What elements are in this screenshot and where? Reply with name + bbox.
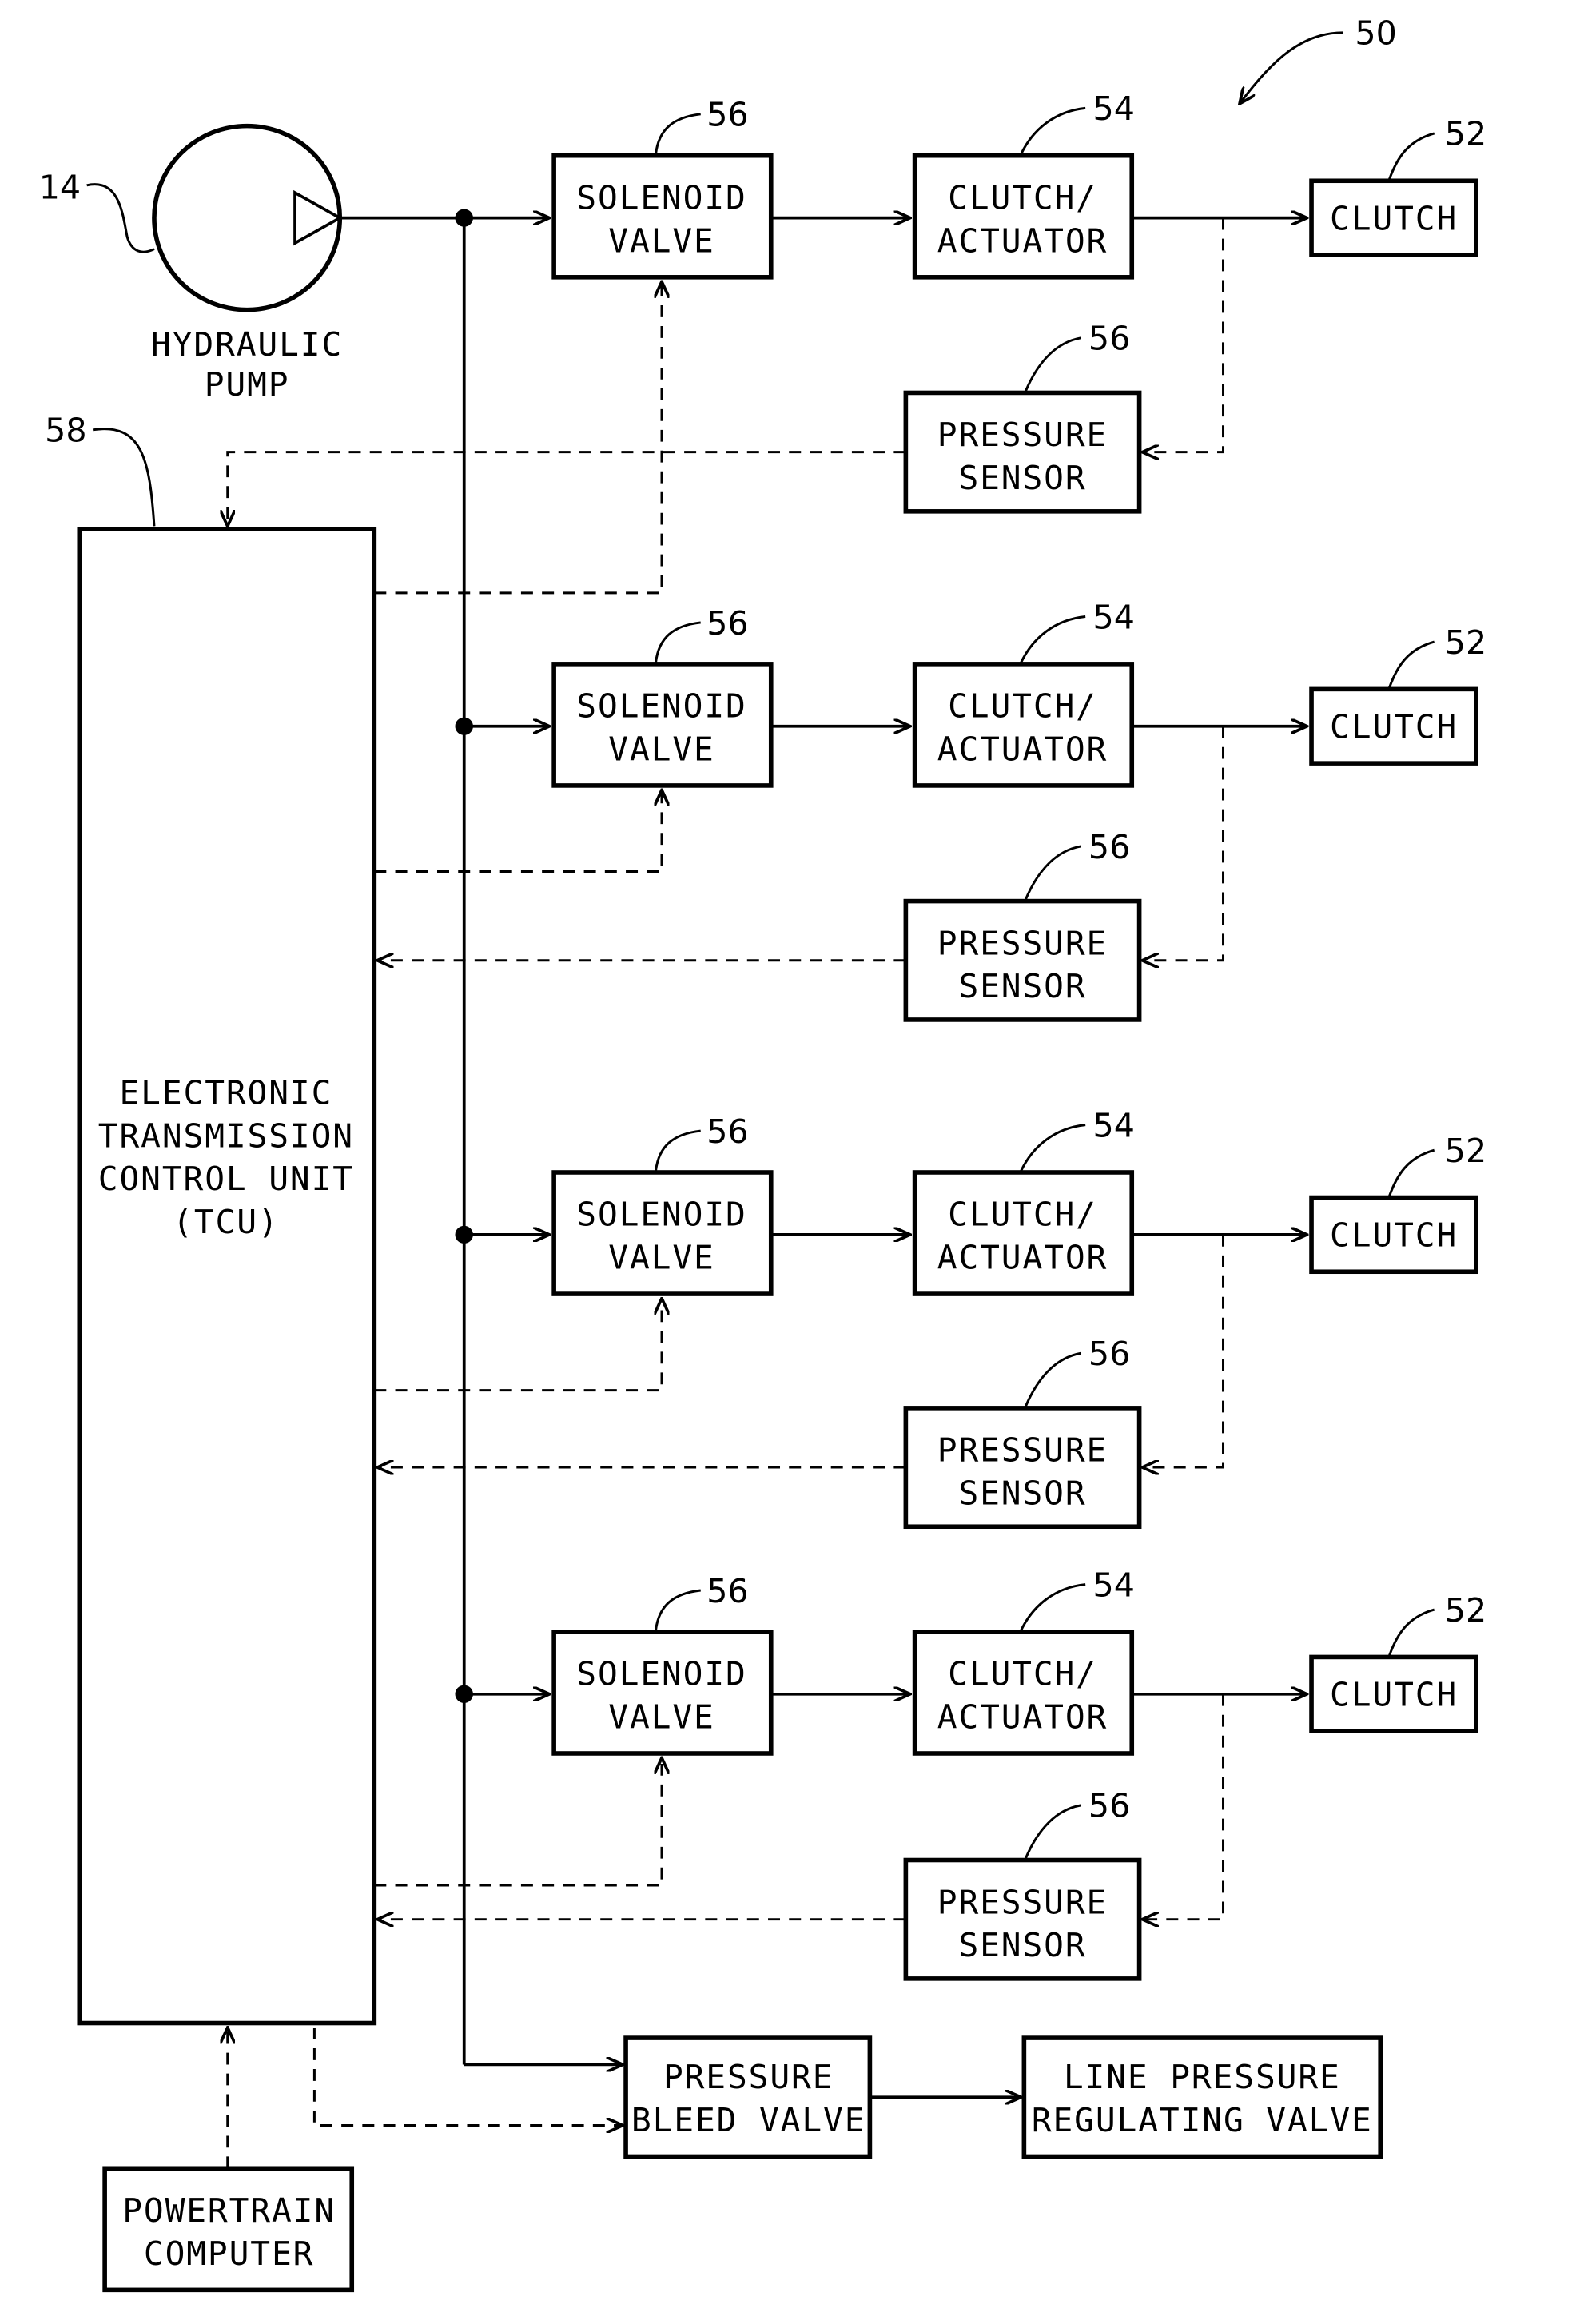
actuator-label-line1: CLUTCH/: [948, 687, 1097, 726]
tcu-box: [77, 527, 377, 2026]
pump-label-line1: HYDRAULIC: [151, 325, 343, 364]
clutch-label: CLUTCH: [1330, 200, 1458, 238]
sensor-ref: 56: [1088, 320, 1130, 358]
tcu-label-line4: (TCU): [173, 1203, 279, 1241]
actuator-ref-leader: [1020, 1583, 1086, 1631]
tcu-to-bleed-signal: [312, 2028, 623, 2125]
clutch-ref: 52: [1445, 1132, 1486, 1170]
sensor-label-line2: SENSOR: [958, 459, 1086, 497]
actuator-label-line2: ACTUATOR: [937, 221, 1108, 260]
powertrain-line2: COMPUTER: [144, 2234, 314, 2273]
clutch-ref-leader: [1388, 132, 1435, 180]
solenoid-label-line2: VALVE: [608, 221, 714, 260]
tcu-block: 58 ELECTRONIC TRANSMISSION CONTROL UNIT …: [45, 412, 377, 2026]
hydraulic-pump: 14 HYDRAULIC PUMP: [39, 123, 344, 404]
solenoid-label-line2: VALVE: [608, 1239, 714, 1277]
clutch-label: CLUTCH: [1330, 1676, 1458, 1714]
sensor-ref: 56: [1088, 1335, 1130, 1373]
solenoid-label-line2: VALVE: [608, 730, 714, 769]
clutch-ref-leader: [1388, 1608, 1435, 1657]
clutch-pressure-tap: [1142, 217, 1225, 452]
transmission-control-diagram: 50 14 HYDRAULIC PUMP 58 ELECTRONIC TRANS…: [39, 14, 1486, 2293]
solenoid-ref-leader: [655, 621, 701, 663]
actuator-ref: 54: [1093, 1566, 1135, 1605]
sensor-ref-leader: [1024, 336, 1081, 392]
channel-4: SOLENOID VALVE 56 CLUTCH/ACTUATOR 54 CLUTCH 52…: [374, 1566, 1486, 1981]
actuator-label-line2: ACTUATOR: [937, 730, 1108, 769]
sensor-label-line2: SENSOR: [958, 1474, 1086, 1513]
channel-1: SOLENOID VALVE 56 CLUTCH/ACTUATOR 54 CLUTCH 52…: [228, 90, 1486, 595]
clutch-pressure-tap: [1142, 1693, 1225, 1920]
solenoid-ref-leader: [655, 113, 701, 155]
actuator-ref: 54: [1093, 599, 1135, 637]
solenoid-label-line1: SOLENOID: [576, 687, 746, 726]
solenoid-ref: 56: [706, 1572, 748, 1610]
sensor-label-line2: SENSOR: [958, 967, 1086, 1005]
tcu-label-line3: CONTROL UNIT: [98, 1160, 354, 1198]
bleed-valve-line1: PRESSURE: [663, 2058, 834, 2096]
tcu-to-solenoid-signal: [374, 281, 662, 595]
clutch-pressure-tap: [1142, 726, 1225, 961]
clutch-ref-leader: [1388, 1148, 1435, 1197]
solenoid-label-line1: SOLENOID: [576, 179, 746, 217]
sensor-ref: 56: [1088, 1787, 1130, 1825]
sensor-label-line1: PRESSURE: [937, 416, 1108, 454]
solenoid-label-line1: SOLENOID: [576, 1655, 746, 1693]
actuator-label-line1: CLUTCH/: [948, 179, 1097, 217]
clutch-ref: 52: [1445, 115, 1486, 153]
solenoid-ref: 56: [706, 604, 748, 643]
sensor-ref-leader: [1024, 845, 1081, 901]
tcu-ref: 58: [45, 412, 86, 450]
sensor-label-line1: PRESSURE: [937, 1883, 1108, 1921]
figure-ref-label: 50: [1355, 14, 1396, 53]
solenoid-ref-leader: [655, 1129, 701, 1172]
powertrain-block: POWERTRAIN COMPUTER: [102, 2166, 355, 2293]
solenoid-ref: 56: [706, 96, 748, 134]
line-regulator-line2: REGULATING VALVE: [1032, 2101, 1373, 2139]
actuator-label-line2: ACTUATOR: [937, 1239, 1108, 1277]
actuator-label-line1: CLUTCH/: [948, 1655, 1097, 1693]
tcu-to-solenoid-signal: [374, 1299, 662, 1392]
tcu-to-solenoid-signal: [374, 1758, 662, 1887]
sensor-label-line1: PRESSURE: [937, 925, 1108, 963]
powertrain-line1: POWERTRAIN: [122, 2191, 336, 2230]
figure-ref-leader: [1240, 31, 1343, 104]
solenoid-label-line2: VALVE: [608, 1698, 714, 1737]
pump-label-line2: PUMP: [205, 365, 290, 404]
clutch-ref-leader: [1388, 640, 1435, 689]
sensor-ref-leader: [1024, 1804, 1081, 1860]
sensor-label-line1: PRESSURE: [937, 1431, 1108, 1470]
line-regulator-line1: LINE PRESSURE: [1064, 2058, 1341, 2096]
tcu-to-solenoid-signal: [374, 790, 662, 873]
actuator-ref-leader: [1020, 106, 1086, 155]
bleed-valve-line2: BLEED VALVE: [631, 2101, 866, 2139]
clutch-pressure-tap: [1142, 1234, 1225, 1467]
clutch-ref: 52: [1445, 623, 1486, 662]
actuator-ref-leader: [1020, 1124, 1086, 1172]
clutch-ref: 52: [1445, 1591, 1486, 1630]
sensor-ref-leader: [1024, 1351, 1081, 1407]
tcu-label-line2: TRANSMISSION: [98, 1117, 354, 1156]
actuator-ref: 54: [1093, 1107, 1135, 1145]
solenoid-ref: 56: [706, 1112, 748, 1151]
sensor-to-tcu-signal: [228, 451, 906, 527]
bleed-valve-block: PRESSURE BLEED VALVE: [623, 2035, 873, 2159]
channel-3: SOLENOID VALVE 56 CLUTCH/ACTUATOR 54 CLUTCH 52…: [374, 1107, 1486, 1530]
sensor-ref: 56: [1088, 828, 1130, 866]
line-regulator-block: LINE PRESSURE REGULATING VALVE: [1021, 2035, 1383, 2159]
actuator-ref: 54: [1093, 90, 1135, 128]
tcu-label-line1: ELECTRONIC: [119, 1074, 332, 1112]
sensor-label-line2: SENSOR: [958, 1926, 1086, 1964]
actuator-ref-leader: [1020, 615, 1086, 663]
pump-ref-leader: [86, 183, 155, 253]
channel-2: SOLENOID VALVE 56 CLUTCH/ACTUATOR 54 CLUTCH 52…: [374, 599, 1486, 1022]
pump-ref: 14: [39, 169, 81, 207]
actuator-label-line2: ACTUATOR: [937, 1698, 1108, 1737]
clutch-label: CLUTCH: [1330, 1216, 1458, 1255]
actuator-label-line1: CLUTCH/: [948, 1196, 1097, 1234]
solenoid-label-line1: SOLENOID: [576, 1196, 746, 1234]
clutch-label: CLUTCH: [1330, 708, 1458, 746]
solenoid-ref-leader: [655, 1589, 701, 1631]
tcu-ref-leader: [92, 428, 156, 527]
